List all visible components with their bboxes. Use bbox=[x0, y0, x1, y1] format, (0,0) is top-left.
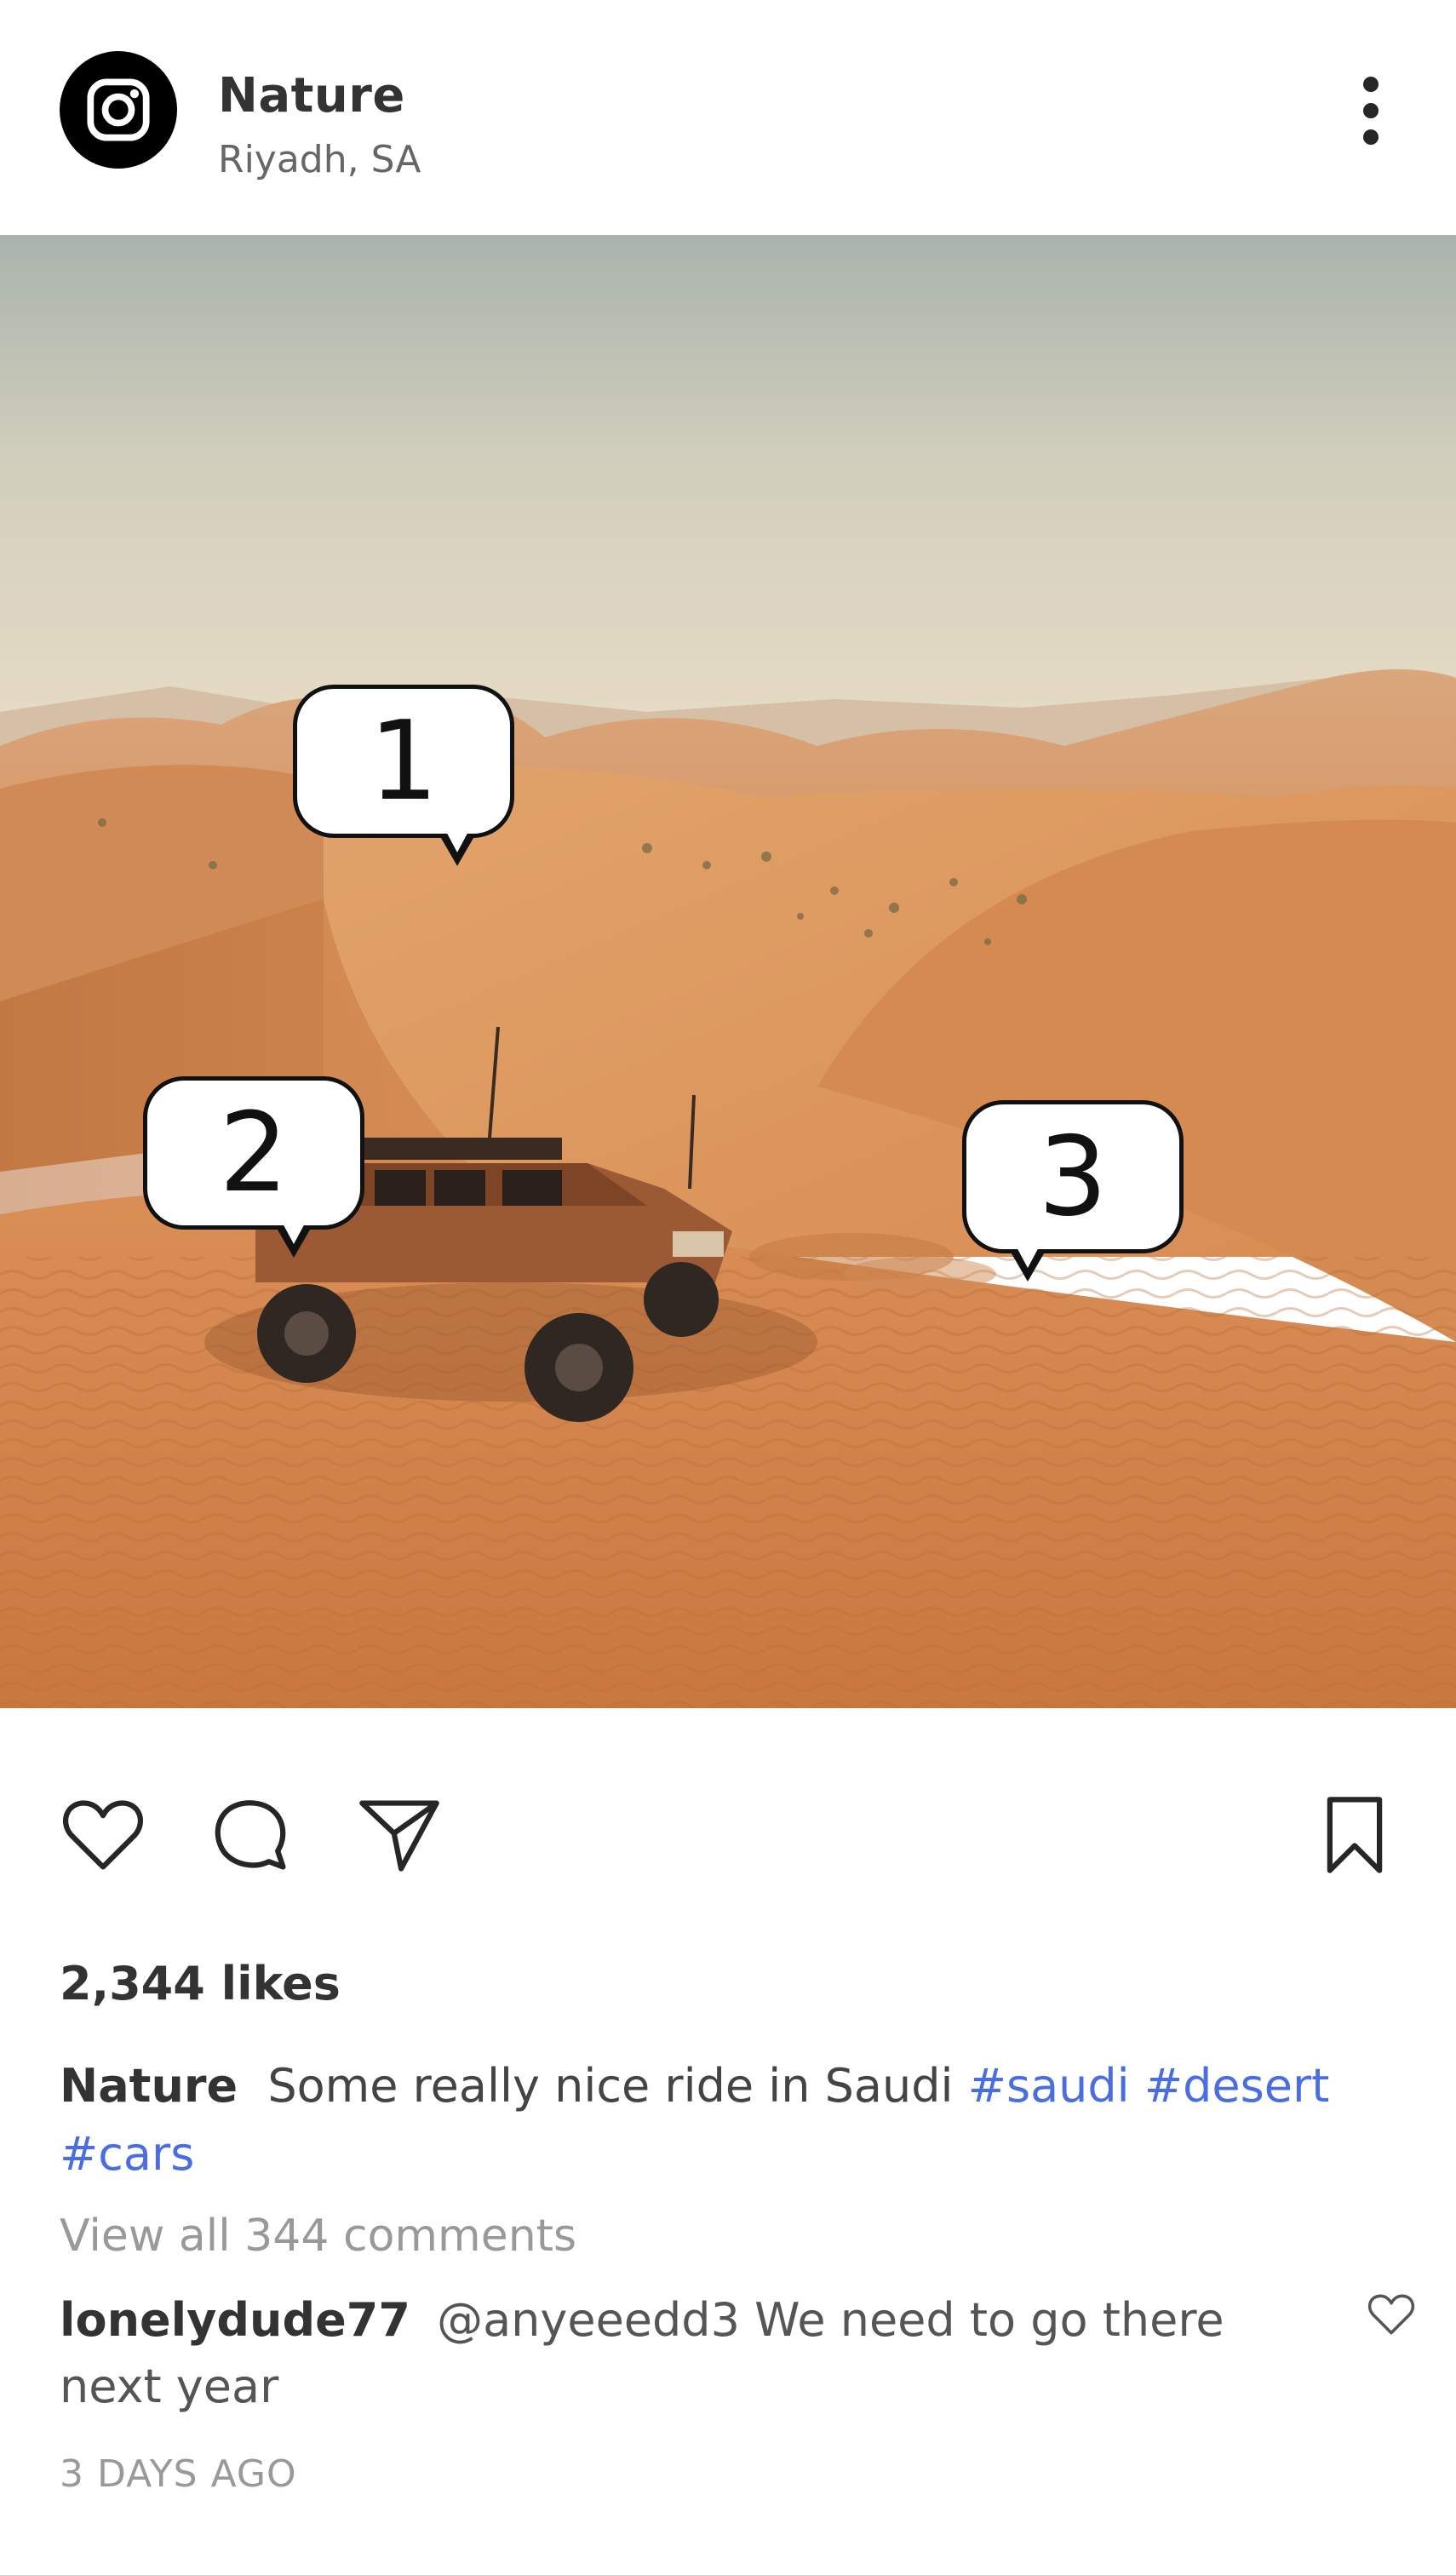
marker-bubble-3[interactable]: 3 bbox=[962, 1100, 1184, 1282]
account-location[interactable]: Riyadh, SA bbox=[218, 138, 421, 181]
post-header: Nature Riyadh, SA bbox=[0, 0, 1456, 235]
post-photo[interactable]: 1 2 3 bbox=[0, 235, 1456, 1708]
post-actions bbox=[0, 1788, 1456, 1890]
heart-icon[interactable] bbox=[56, 1788, 150, 1882]
hashtag-cars[interactable]: #cars bbox=[60, 2127, 194, 2181]
comment-heart-icon[interactable] bbox=[1366, 2289, 1417, 2340]
more-vertical-icon[interactable] bbox=[1345, 77, 1396, 145]
comment-username[interactable]: lonelydude77 bbox=[60, 2293, 410, 2347]
caption-username[interactable]: Nature bbox=[60, 2059, 238, 2113]
desert-scene-image bbox=[0, 235, 1456, 1708]
view-all-comments-link[interactable]: View all 344 comments bbox=[60, 2211, 576, 2262]
send-icon[interactable] bbox=[353, 1788, 446, 1882]
instagram-logo-icon[interactable] bbox=[60, 51, 177, 169]
caption-text: Some really nice ride in Saudi bbox=[267, 2059, 954, 2113]
comment-icon[interactable] bbox=[204, 1788, 298, 1882]
post-caption: Nature Some really nice ride in Saudi #s… bbox=[60, 2052, 1371, 2188]
likes-count[interactable]: 2,344 likes bbox=[60, 1957, 341, 2010]
post-timestamp: 3 DAYS AGO bbox=[60, 2452, 297, 2496]
comment: lonelydude77 @anyeeedd3 We need to go th… bbox=[60, 2287, 1286, 2420]
account-name[interactable]: Nature bbox=[218, 68, 405, 123]
marker-bubble-1[interactable]: 1 bbox=[293, 685, 514, 866]
marker-bubble-2[interactable]: 2 bbox=[143, 1076, 364, 1258]
hashtag-saudi[interactable]: #saudi bbox=[968, 2059, 1130, 2113]
hashtag-desert[interactable]: #desert bbox=[1144, 2059, 1329, 2113]
bookmark-icon[interactable] bbox=[1308, 1788, 1402, 1882]
